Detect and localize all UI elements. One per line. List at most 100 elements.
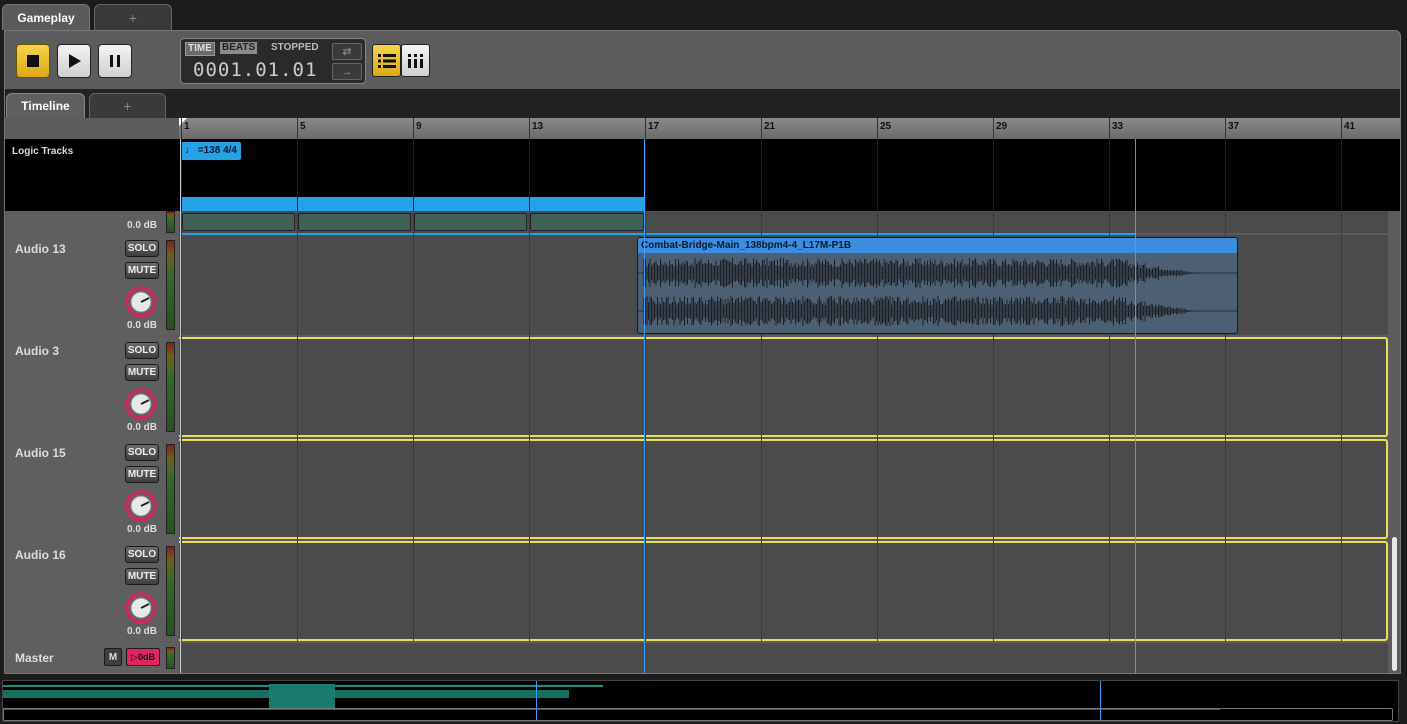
level-meter xyxy=(166,444,175,534)
ruler-tick xyxy=(645,118,646,139)
volume-knob[interactable] xyxy=(125,388,157,420)
level-meter xyxy=(166,211,175,233)
mute-button[interactable]: MUTE xyxy=(125,568,159,585)
volume-knob[interactable] xyxy=(125,490,157,522)
grid-line xyxy=(529,213,530,641)
beats-mode-toggle[interactable]: BEATS xyxy=(220,42,258,54)
master-track[interactable]: Master M ▷0dB xyxy=(7,643,1388,673)
logic-tracks-label: Logic Tracks xyxy=(12,146,74,157)
grid-view-button[interactable] xyxy=(401,44,430,77)
time-mode-toggle[interactable]: TIME xyxy=(185,42,215,56)
ruler-bar-number: 33 xyxy=(1112,121,1124,132)
tab-gameplay-label: Gameplay xyxy=(17,10,75,25)
pause-button[interactable] xyxy=(98,44,132,78)
clip-title: Combat-Bridge-Main_138bpm4-4_L17M-P1B xyxy=(638,238,1237,253)
master-level-meter xyxy=(166,647,175,669)
loop-end-line[interactable] xyxy=(1135,139,1136,673)
mute-button[interactable]: MUTE xyxy=(125,466,159,483)
level-meter xyxy=(166,342,175,432)
solo-button[interactable]: SOLO xyxy=(125,444,159,461)
grid-line xyxy=(181,139,182,211)
grid-line xyxy=(297,213,298,641)
ruler-tick xyxy=(761,118,762,139)
clip-block[interactable] xyxy=(298,213,411,231)
mute-button[interactable]: MUTE xyxy=(125,262,159,279)
transport-status: STOPPED xyxy=(271,42,319,53)
track-row: 0.0 dB xyxy=(7,211,1388,233)
mute-button[interactable]: MUTE xyxy=(125,364,159,381)
ruler-tick xyxy=(1225,118,1226,139)
stop-button[interactable] xyxy=(16,44,50,78)
volume-knob[interactable] xyxy=(125,286,157,318)
overview-navigator[interactable] xyxy=(2,680,1399,722)
ruler-tick xyxy=(413,118,414,139)
position-readout: 0001.01.01 xyxy=(193,59,318,81)
grid-line xyxy=(297,139,298,211)
grid-line xyxy=(1225,139,1226,211)
add-top-tab-button[interactable]: + xyxy=(94,4,172,30)
tab-timeline-label: Timeline xyxy=(21,99,70,113)
ruler-bar-number: 13 xyxy=(532,121,544,132)
solo-button[interactable]: SOLO xyxy=(125,342,159,359)
ruler-tick xyxy=(181,118,182,139)
master-level-button[interactable]: ▷0dB xyxy=(126,648,160,666)
track-audio-16[interactable]: Audio 16 SOLO MUTE 0.0 dB xyxy=(7,541,1388,641)
track-volume-readout: 0.0 dB xyxy=(127,524,158,535)
ruler-bar-number: 41 xyxy=(1344,121,1356,132)
logic-tracks-area[interactable]: ♩ =138 4/4 xyxy=(179,139,1400,238)
follow-button[interactable]: → xyxy=(332,63,362,80)
plus-icon: + xyxy=(123,98,132,114)
play-button[interactable] xyxy=(57,44,91,78)
track-header: Audio 15 SOLO MUTE 0.0 dB xyxy=(7,439,179,539)
master-header: Master M ▷0dB xyxy=(7,643,179,673)
loop-start-line[interactable] xyxy=(644,139,645,673)
clip-block[interactable] xyxy=(530,213,644,231)
ruler-tick xyxy=(1109,118,1110,139)
grid-line xyxy=(181,213,182,641)
tempo-marker[interactable]: ♩ =138 4/4 xyxy=(181,142,241,160)
clip-block[interactable] xyxy=(182,213,295,231)
plus-icon: + xyxy=(128,9,138,26)
track-audio-15[interactable]: Audio 15 SOLO MUTE 0.0 dB xyxy=(7,439,1388,539)
volume-knob[interactable] xyxy=(125,592,157,624)
loop-button[interactable]: ⇄ xyxy=(332,43,362,60)
ruler-tick xyxy=(877,118,878,139)
overview-viewport[interactable] xyxy=(3,708,1393,721)
grid-line xyxy=(761,139,762,211)
grid-line xyxy=(877,139,878,211)
ruler-tick xyxy=(1341,118,1342,139)
audio-clip[interactable]: Combat-Bridge-Main_138bpm4-4_L17M-P1B xyxy=(637,237,1238,334)
track-volume-readout: 0.0 dB xyxy=(127,422,158,433)
tab-timeline[interactable]: Timeline xyxy=(6,93,85,118)
ruler-tick xyxy=(529,118,530,139)
add-sub-tab-button[interactable]: + xyxy=(89,93,166,118)
list-view-button[interactable] xyxy=(372,44,401,77)
ruler-bar-number: 1 xyxy=(184,121,190,132)
master-mute-button[interactable]: M xyxy=(104,648,122,666)
track-audio-3[interactable]: Audio 3 SOLO MUTE 0.0 dB xyxy=(7,337,1388,437)
sub-tab-bar: Timeline + xyxy=(5,89,1400,118)
waveform xyxy=(638,258,1237,326)
arrow-right-icon: → xyxy=(341,65,353,78)
grid-line xyxy=(413,213,414,641)
play-icon xyxy=(69,54,81,68)
track-header: Audio 13 SOLO MUTE 0.0 dB xyxy=(7,235,179,335)
vertical-scrollbar[interactable] xyxy=(1392,537,1397,671)
track-name: Audio 16 xyxy=(15,548,66,562)
ruler-bar-number: 17 xyxy=(648,121,660,132)
overview-track xyxy=(269,684,335,708)
timeline-ruler[interactable]: 1 5 9 13 17 21 25 29 33 37 41 xyxy=(179,118,1400,140)
grid-line xyxy=(1341,213,1342,641)
clip-block[interactable] xyxy=(414,213,527,231)
grid-line xyxy=(1341,139,1342,211)
tab-gameplay[interactable]: Gameplay xyxy=(2,4,90,30)
level-meter xyxy=(166,240,175,330)
grid-line xyxy=(529,139,530,211)
solo-button[interactable]: SOLO xyxy=(125,546,159,563)
track-header: 0.0 dB xyxy=(7,211,179,233)
playhead-line[interactable] xyxy=(180,139,181,673)
track-name: Audio 3 xyxy=(15,344,59,358)
track-header: Audio 3 SOLO MUTE 0.0 dB xyxy=(7,337,179,437)
pause-icon xyxy=(110,55,120,67)
solo-button[interactable]: SOLO xyxy=(125,240,159,257)
